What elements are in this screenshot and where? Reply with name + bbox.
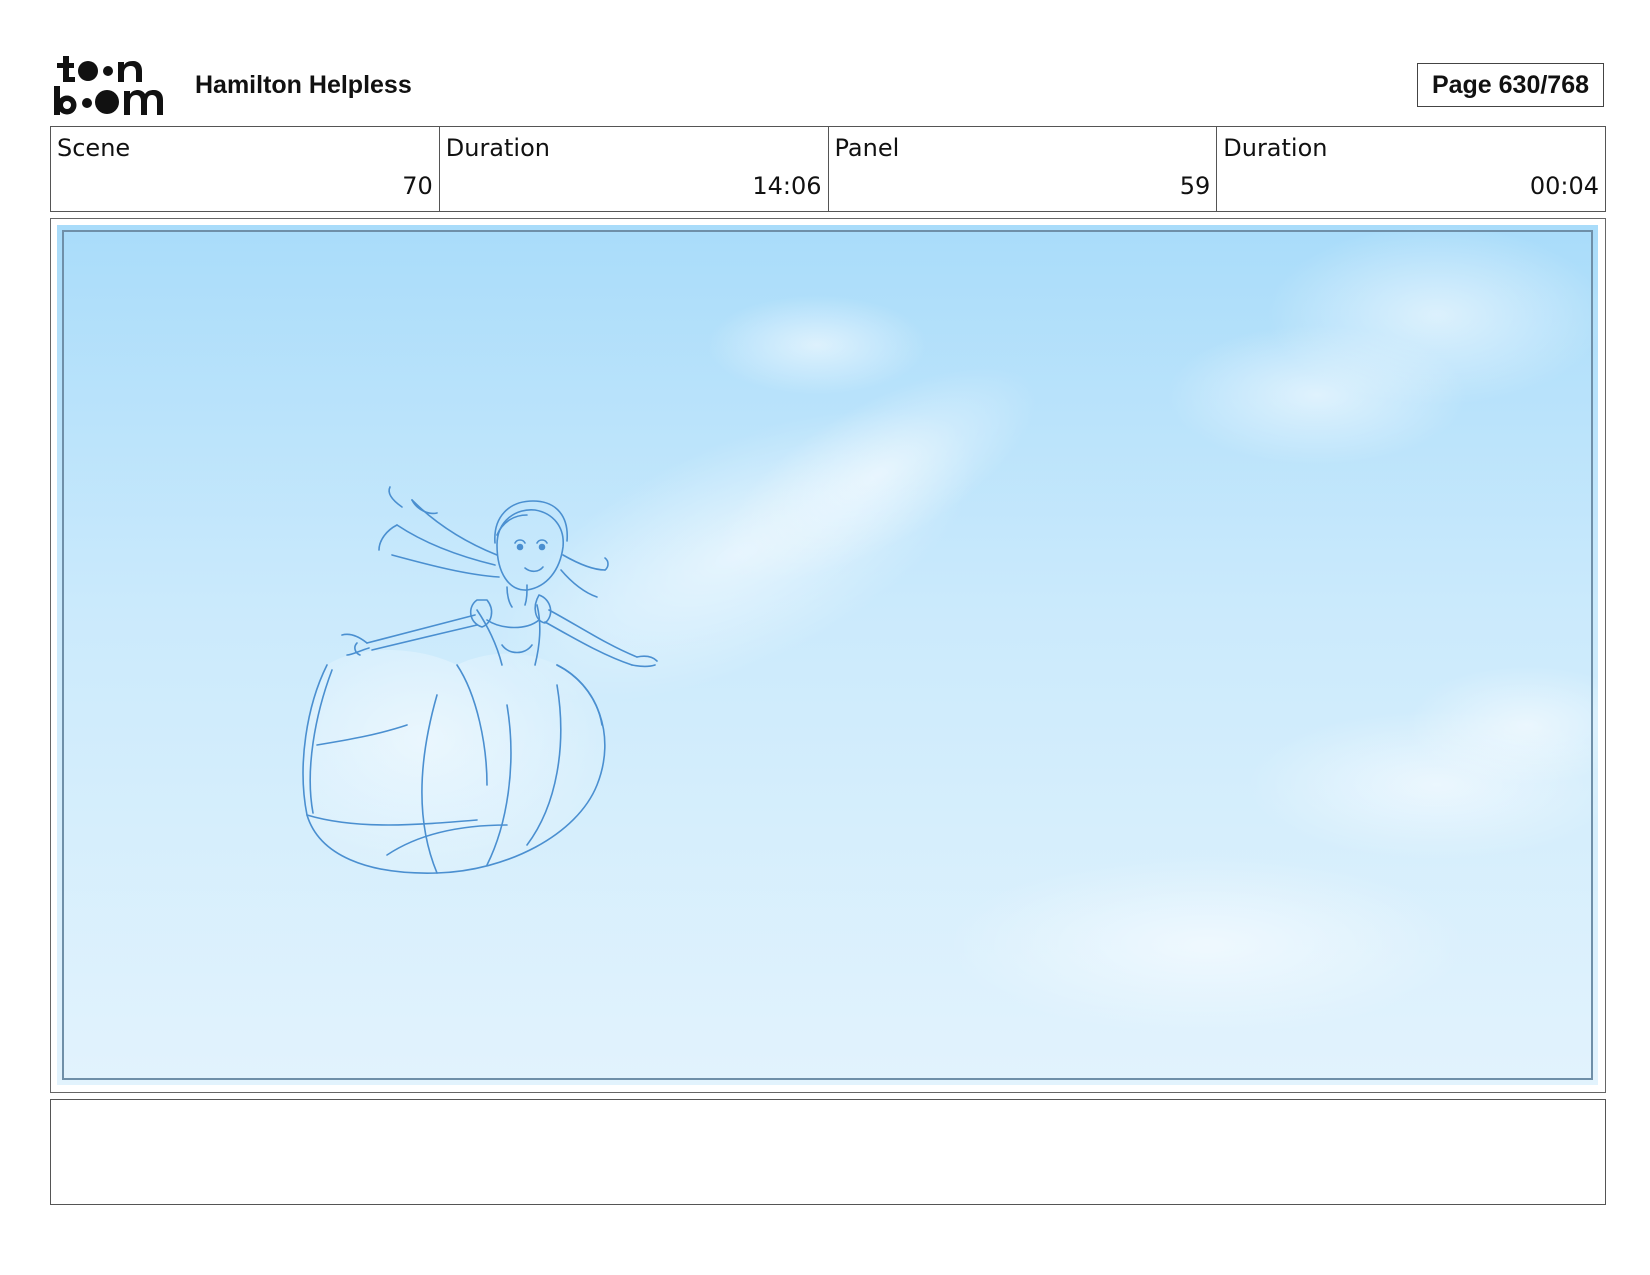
scene-duration-cell: Duration 14:06	[440, 127, 829, 211]
scene-duration-value: 14:06	[752, 172, 822, 200]
page-indicator: Page 630/768	[1417, 63, 1604, 107]
scene-cell: Scene 70	[51, 127, 440, 211]
panel-label: Panel	[834, 134, 900, 162]
storyboard-panel-image	[57, 225, 1598, 1085]
storyboard-panel-frame	[50, 218, 1606, 1093]
panel-duration-value: 00:04	[1529, 172, 1599, 200]
project-title: Hamilton Helpless	[195, 71, 412, 99]
page-number-label: Page 630/768	[1431, 71, 1590, 99]
panel-duration-label: Duration	[1223, 134, 1328, 162]
scene-value: 70	[402, 172, 433, 200]
panel-cell: Panel 59	[829, 127, 1218, 211]
panel-info-table: Scene 70 Duration 14:06 Panel 59 Duratio…	[50, 126, 1606, 212]
toonboom-logo-icon	[54, 56, 163, 115]
scene-duration-label: Duration	[445, 134, 550, 162]
scene-label: Scene	[57, 134, 131, 162]
panel-duration-cell: Duration 00:04	[1217, 127, 1605, 211]
panel-notes-box	[50, 1099, 1606, 1205]
panel-value: 59	[1179, 172, 1211, 200]
